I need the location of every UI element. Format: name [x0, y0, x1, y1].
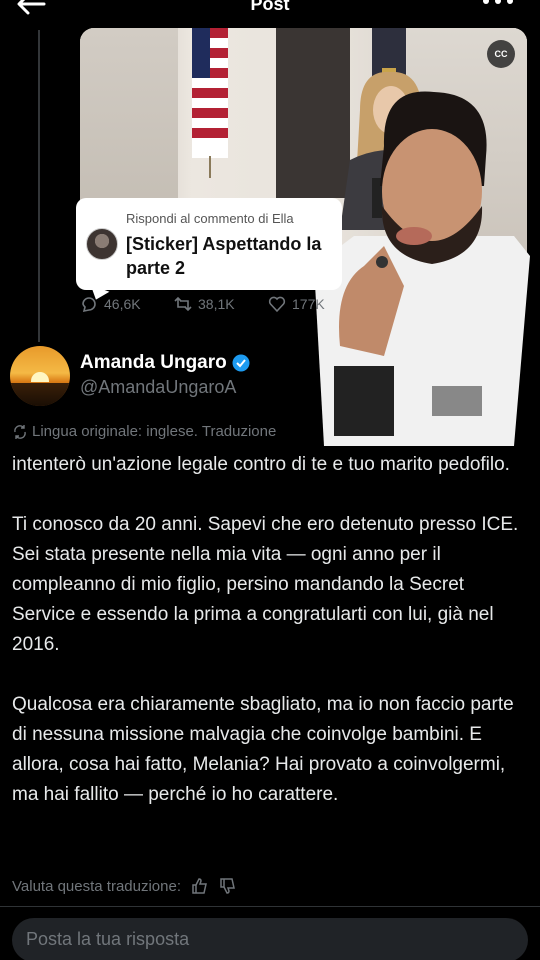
author-avatar[interactable]	[10, 346, 70, 406]
post-stats: 46,6K 38,1K 177K	[80, 295, 520, 317]
like-count: 177K	[292, 296, 325, 312]
reply-sticker-card: Rispondi al commento di Ella [Sticker] A…	[76, 198, 342, 290]
captions-icon[interactable]: CC	[487, 40, 515, 68]
person-overlay-image	[314, 91, 530, 446]
repost-icon	[174, 296, 192, 312]
commenter-avatar	[86, 228, 118, 260]
post-paragraph: intenterò un'azione legale contro di te …	[12, 454, 510, 475]
author-name-row[interactable]: Amanda Ungaro	[80, 352, 250, 374]
post-body: intenterò un'azione legale contro di te …	[12, 450, 528, 840]
us-flag-image	[192, 28, 228, 178]
post-paragraph: Ti conosco da 20 anni. Sapevi che ero de…	[12, 514, 519, 655]
reply-icon	[82, 297, 96, 313]
reply-input[interactable]: Posta la tua risposta	[12, 918, 528, 960]
reply-count: 46,6K	[104, 296, 141, 312]
more-icon[interactable]	[480, 0, 516, 10]
page-title: Post	[250, 0, 290, 14]
author-handle[interactable]: @AmandaUngaroA	[80, 377, 236, 398]
translation-note-label: Lingua originale: inglese. Traduzione	[32, 423, 277, 440]
rate-label: Valuta questa traduzione:	[12, 877, 182, 895]
thumbs-up-icon[interactable]	[191, 877, 209, 895]
reply-stat[interactable]: 46,6K	[80, 295, 141, 313]
author-name: Amanda Ungaro	[80, 352, 227, 373]
divider	[0, 906, 540, 907]
repost-stat[interactable]: 38,1K	[174, 295, 235, 313]
thumbs-down-icon[interactable]	[219, 877, 237, 895]
reply-heading: Rispondi al commento di Ella	[126, 211, 294, 226]
reply-text: [Sticker] Aspettando la parte 2	[126, 234, 322, 278]
repost-count: 38,1K	[198, 296, 235, 312]
post-paragraph: Qualcosa era chiaramente sbagliato, ma i…	[12, 694, 514, 805]
like-stat[interactable]: 177K	[268, 295, 325, 313]
heart-icon	[268, 296, 286, 313]
rate-translation: Valuta questa traduzione:	[12, 877, 237, 895]
top-bar: Post	[0, 0, 540, 22]
thread-line	[38, 30, 40, 342]
translate-icon	[14, 424, 26, 439]
verified-badge-icon	[232, 354, 250, 372]
translation-note[interactable]: Lingua originale: inglese. Traduzione	[12, 423, 276, 440]
